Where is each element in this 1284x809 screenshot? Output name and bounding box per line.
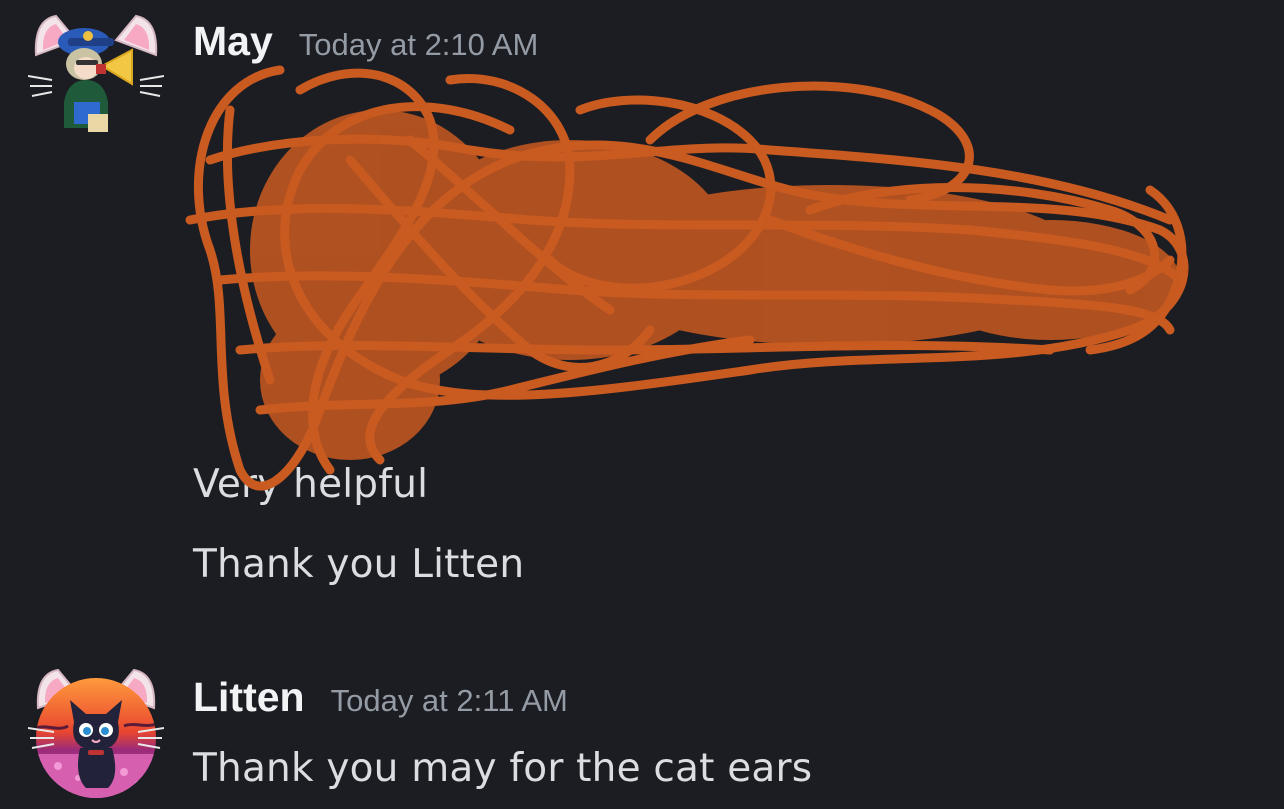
may-avatar-icon[interactable]: [28, 10, 164, 146]
username-may[interactable]: May: [193, 18, 273, 65]
message-text-thank-you-litten: Thank you Litten: [193, 542, 525, 587]
message-text-very-helpful: Very helpful: [193, 462, 429, 507]
message-header-may: May Today at 2:10 AM: [193, 18, 538, 65]
litten-avatar-icon[interactable]: [28, 666, 164, 802]
chat-screen: { "messages": [ { "author": "May", "time…: [0, 0, 1284, 809]
message-group-litten: Litten Today at 2:11 AM Thank you may fo…: [0, 620, 1284, 809]
message-text-thank-you-may: Thank you may for the cat ears: [193, 746, 813, 791]
timestamp-litten: Today at 2:11 AM: [330, 683, 568, 718]
redaction-scribble: [185, 65, 1189, 491]
message-group-may: May Today at 2:10 AM Very helpful Thank …: [0, 0, 1284, 620]
message-header-litten: Litten Today at 2:11 AM: [193, 674, 568, 721]
timestamp-may: Today at 2:10 AM: [298, 27, 539, 62]
username-litten[interactable]: Litten: [193, 674, 305, 721]
